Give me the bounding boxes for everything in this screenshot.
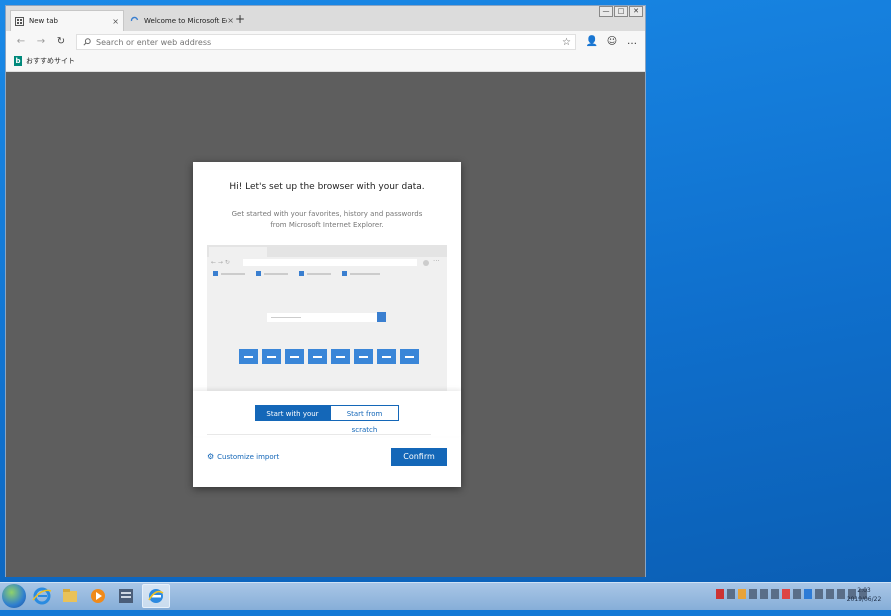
preview-tile [239, 349, 258, 364]
tray-icon[interactable] [738, 589, 746, 599]
tray-icon[interactable] [804, 589, 812, 599]
preview-address-bar [243, 259, 417, 266]
tray-icon[interactable] [782, 589, 790, 599]
maximize-button[interactable]: □ [614, 6, 628, 17]
preview-favorite [299, 271, 331, 276]
preview-tile [400, 349, 419, 364]
preview-search-button [377, 312, 386, 322]
bing-icon: b [14, 56, 22, 66]
preview-tile [308, 349, 327, 364]
more-menu-icon[interactable]: … [625, 35, 639, 49]
tray-icon[interactable] [826, 589, 834, 599]
close-button[interactable]: ✕ [629, 6, 643, 17]
tray-icon[interactable] [749, 589, 757, 599]
tray-icon[interactable] [793, 589, 801, 599]
address-input[interactable] [96, 37, 563, 47]
tab-new-tab[interactable]: New tab × [10, 10, 124, 31]
preview-tab-bar [207, 245, 447, 257]
clock-date: 2019/06/22 [846, 596, 882, 603]
preview-favorite [342, 271, 380, 276]
preview-nav-icons: ← → ↻ [211, 259, 230, 266]
option-band: Start with your data Start from scratch [193, 391, 461, 436]
favorite-star-icon[interactable]: ☆ [562, 37, 571, 48]
address-bar[interactable]: ☆ [76, 34, 576, 50]
back-button[interactable]: ← [14, 35, 28, 49]
new-tab-button[interactable]: + [235, 13, 245, 25]
tray-icon[interactable] [815, 589, 823, 599]
tab-title: New tab [29, 17, 58, 25]
start-button[interactable] [2, 584, 26, 608]
customize-import-label: Customize import [217, 452, 280, 461]
clock[interactable]: 2:03 2019/06/22 [840, 586, 888, 604]
tray-icon[interactable] [727, 589, 735, 599]
preview-tile [331, 349, 350, 364]
preview-profile-dot [423, 260, 429, 266]
preview-more-icon: ··· [433, 257, 440, 265]
toolbar: ← → ↻ ☆ 👤 ☺ … [6, 31, 645, 53]
tray-icon[interactable] [760, 589, 768, 599]
newtab-icon [15, 16, 24, 26]
preview-favorite [213, 271, 245, 276]
import-dialog: Hi! Let's set up the browser with your d… [193, 162, 461, 487]
preview-tiles [239, 349, 419, 364]
refresh-button[interactable]: ↻ [54, 35, 68, 49]
feedback-icon[interactable]: ☺ [605, 35, 619, 49]
forward-button[interactable]: → [34, 35, 48, 49]
tab-title: Welcome to Microsoft Edge Can [144, 16, 227, 25]
confirm-button[interactable]: Confirm [391, 448, 447, 466]
favorite-item[interactable]: b おすすめサイト [14, 56, 75, 66]
browser-window: New tab × Welcome to Microsoft Edge Can … [5, 5, 646, 577]
browser-preview-illustration: ← → ↻ ··· [207, 245, 447, 393]
ie-icon[interactable] [30, 584, 54, 608]
preview-tab [209, 247, 267, 257]
preview-search-box [267, 313, 377, 322]
profile-icon[interactable]: 👤 [585, 35, 599, 49]
tray-icon[interactable] [771, 589, 779, 599]
taskbar: 2:03 2019/06/22 [0, 582, 891, 610]
tab-close-icon[interactable]: × [112, 17, 119, 26]
loading-spinner-icon [130, 16, 139, 22]
tab-strip: New tab × Welcome to Microsoft Edge Can … [6, 6, 645, 31]
favorites-bar: b おすすめサイト [6, 53, 645, 72]
divider [207, 434, 431, 435]
app-icon[interactable] [114, 584, 138, 608]
favorite-label: おすすめサイト [26, 57, 75, 65]
tab-close-icon[interactable]: × [227, 16, 234, 25]
tab-welcome[interactable]: Welcome to Microsoft Edge Can × [126, 10, 238, 31]
tray-icon[interactable] [716, 589, 724, 599]
media-player-icon[interactable] [86, 584, 110, 608]
start-with-data-button[interactable]: Start with your data [255, 405, 330, 434]
search-icon [83, 38, 91, 46]
minimize-button[interactable]: — [599, 6, 613, 17]
edge-icon[interactable] [142, 584, 170, 608]
dialog-title: Hi! Let's set up the browser with your d… [229, 182, 425, 192]
explorer-icon[interactable] [58, 584, 82, 608]
dialog-subtitle: Get started with your favorites, history… [231, 210, 423, 229]
customize-import-link[interactable]: ⚙ Customize import [207, 452, 279, 461]
import-option-toggle: Start with your data Start from scratch [255, 405, 399, 434]
preview-tile [262, 349, 281, 364]
clock-time: 2:03 [857, 587, 871, 594]
preview-tile [285, 349, 304, 364]
page-content: Hi! Let's set up the browser with your d… [6, 72, 645, 577]
preview-favorite [256, 271, 288, 276]
preview-tile [354, 349, 373, 364]
preview-tile [377, 349, 396, 364]
gear-icon: ⚙ [207, 452, 215, 461]
start-from-scratch-button[interactable]: Start from scratch [330, 405, 399, 434]
window-controls: — □ ✕ [599, 6, 643, 17]
